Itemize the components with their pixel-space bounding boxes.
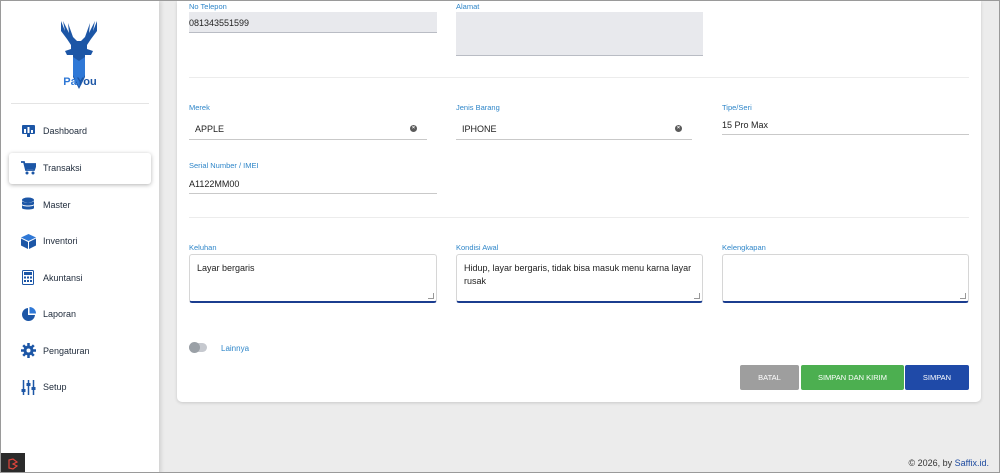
cancel-button[interactable]: BATAL [740, 365, 799, 390]
gear-icon [20, 343, 36, 359]
calculator-icon [20, 270, 36, 286]
sidebar: PaYou Dashboard Transaksi Master Invento… [1, 1, 159, 472]
section-divider [189, 77, 969, 78]
address-field[interactable] [456, 12, 703, 56]
sidebar-item-dashboard[interactable]: Dashboard [1, 113, 159, 150]
sidebar-item-inventori[interactable]: Inventori [1, 223, 159, 260]
phone-value: 081343551599 [189, 18, 250, 28]
initial-condition-value: Hidup, layar bergaris, tidak bisa masuk … [464, 263, 692, 286]
sliders-icon [20, 379, 36, 395]
sidebar-item-transaksi[interactable]: Transaksi [9, 152, 151, 184]
database-icon [20, 197, 36, 213]
model-field[interactable]: 15 Pro Max [722, 116, 969, 135]
footer-link[interactable]: Saffix.id. [955, 458, 989, 468]
footer-text: © 2026, by [908, 458, 955, 468]
brand-label: Merek [189, 103, 210, 112]
model-value: 15 Pro Max [722, 120, 769, 130]
footer: © 2026, by Saffix.id. [908, 458, 989, 468]
sidebar-item-label: Laporan [43, 309, 77, 320]
sidebar-item-label: Master [43, 199, 71, 210]
item-type-label: Jenis Barang [456, 103, 500, 112]
sidebar-item-label: Pengaturan [43, 345, 90, 356]
resize-handle-icon[interactable] [428, 293, 434, 299]
complaint-label: Keluhan [189, 243, 217, 252]
initial-condition-textarea[interactable]: Hidup, layar bergaris, tidak bisa masuk … [456, 254, 703, 303]
framework-logo-icon [1, 453, 25, 472]
section-divider [189, 217, 969, 218]
sidebar-nav: Dashboard Transaksi Master Inventori Aku… [1, 113, 159, 406]
sidebar-item-master[interactable]: Master [1, 187, 159, 224]
other-toggle-label: Lainnya [221, 344, 250, 353]
box-icon [20, 233, 36, 249]
brand-value: APPLE [195, 124, 225, 134]
save-and-send-button[interactable]: SIMPAN DAN KIRIM [801, 365, 904, 390]
serial-value: A1122MM00 [189, 179, 240, 189]
sidebar-item-label: Dashboard [43, 126, 88, 137]
sidebar-item-pengaturan[interactable]: Pengaturan [1, 333, 159, 370]
item-type-value: IPHONE [462, 124, 497, 134]
serial-field[interactable]: A1122MM00 [189, 175, 437, 194]
toggle-knob [189, 342, 200, 353]
clear-icon[interactable]: × [410, 125, 417, 132]
sidebar-item-akuntansi[interactable]: Akuntansi [1, 260, 159, 297]
model-label: Tipe/Seri [722, 103, 752, 112]
sidebar-item-laporan[interactable]: Laporan [1, 296, 159, 333]
complaint-value: Layar bergaris [197, 263, 255, 273]
sidebar-item-setup[interactable]: Setup [1, 369, 159, 406]
clear-icon[interactable]: × [675, 125, 682, 132]
cart-icon [20, 160, 36, 176]
save-button[interactable]: SIMPAN [905, 365, 969, 390]
serial-label: Serial Number / IMEI [189, 161, 259, 170]
sidebar-item-label: Setup [43, 382, 67, 393]
phone-label: No Telepon [189, 2, 227, 11]
sidebar-item-label: Akuntansi [43, 272, 83, 283]
brand-select[interactable]: APPLE × [189, 120, 427, 140]
sidebar-item-label: Transaksi [43, 163, 82, 173]
sidebar-divider [11, 103, 149, 104]
phone-field[interactable]: 081343551599 [189, 12, 437, 33]
other-toggle[interactable] [189, 342, 207, 353]
app-window: PaYou Dashboard Transaksi Master Invento… [0, 0, 1000, 473]
form-card [177, 1, 981, 402]
item-type-select[interactable]: IPHONE × [456, 120, 692, 140]
address-label: Alamat [456, 2, 480, 11]
pie-chart-icon [20, 306, 36, 322]
brand-name: PaYou [63, 76, 97, 88]
resize-handle-icon[interactable] [960, 293, 966, 299]
accessories-textarea[interactable] [722, 254, 969, 303]
sidebar-item-label: Inventori [43, 236, 78, 247]
dashboard-icon [20, 123, 36, 139]
resize-handle-icon[interactable] [694, 293, 700, 299]
complaint-textarea[interactable]: Layar bergaris [189, 254, 437, 303]
initial-condition-label: Kondisi Awal [456, 243, 499, 252]
accessories-label: Kelengkapan [722, 243, 766, 252]
